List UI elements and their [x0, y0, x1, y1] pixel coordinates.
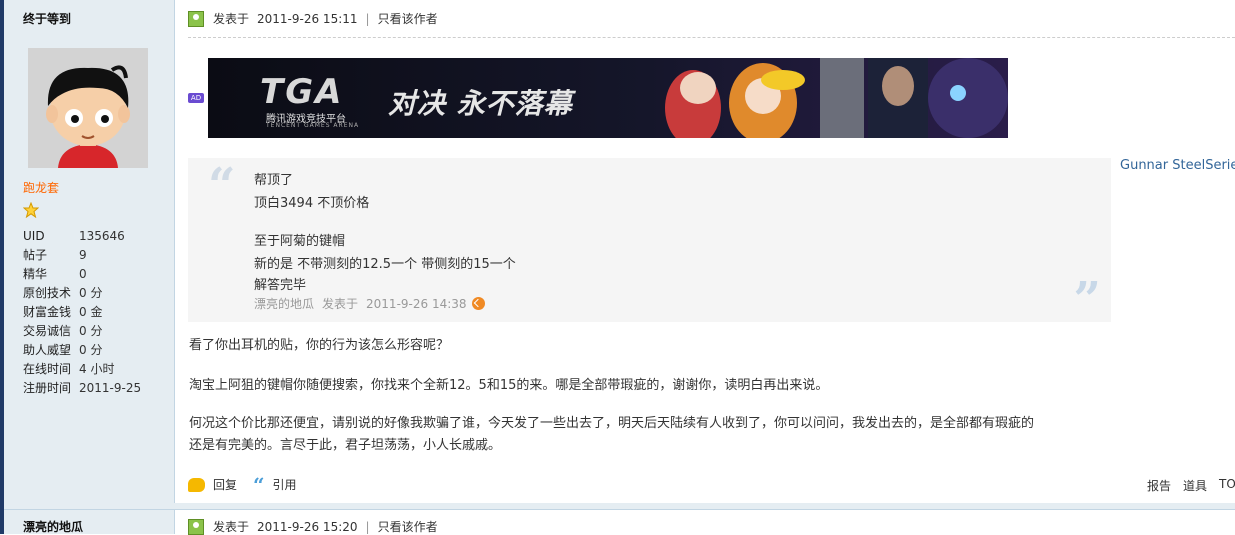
stat-label: 财富金钱: [23, 305, 72, 319]
online-status-icon: [188, 10, 204, 27]
stat-row: 注册时间 2011-9-25: [23, 378, 141, 397]
quote-line: 帮顶了: [254, 173, 294, 188]
stat-value: 0 金: [79, 305, 103, 319]
stat-value: 4 小时: [79, 362, 115, 376]
post-time: 2011-9-26 15:20: [257, 519, 358, 534]
stat-value: 0 分: [79, 324, 103, 338]
stat-label: UID: [23, 228, 45, 243]
quote-block: “ 帮顶了 顶白3494 不顶价格 至于阿菊的键帽 新的是 不带测刻的12.5一…: [188, 158, 1111, 328]
sponsor-link[interactable]: Gunnar SteelSerie: [1120, 158, 1235, 173]
quote-posted-label: 发表于: [322, 297, 359, 311]
tga-logo: TGA: [260, 72, 344, 112]
stat-label: 原创技术: [23, 286, 72, 300]
stat-value[interactable]: 0: [79, 267, 87, 281]
post-paragraph: 何况这个价比那还便宜，请别说的好像我欺骗了谁，今天发了一些出去了，明天后天陆续有…: [189, 416, 1035, 431]
post-time: 2011-9-26 15:11: [257, 11, 358, 26]
header-divider: [188, 37, 1235, 38]
stat-row: 交易诚信 0 分: [23, 321, 141, 340]
avatar-image: [28, 48, 148, 168]
stat-row: 助人威望 0 分: [23, 340, 141, 359]
quote-icon: “: [253, 472, 265, 497]
stat-value: 0 分: [79, 343, 103, 357]
stat-value: 2011-9-25: [79, 380, 142, 395]
reply-label: 回复: [213, 478, 238, 492]
stat-row: 精华 0: [23, 264, 141, 283]
separator: |: [365, 11, 370, 26]
post-header: 发表于 2011-9-26 15:20 | 只看该作者: [188, 518, 438, 535]
report-link[interactable]: 报告: [1147, 477, 1171, 494]
quote-line: 顶白3494 不顶价格: [254, 196, 370, 211]
top-link[interactable]: TO: [1219, 477, 1235, 494]
stat-label: 助人威望: [23, 343, 72, 357]
quote-label: 引用: [272, 478, 297, 492]
reply-button[interactable]: 回复: [188, 476, 237, 493]
stat-value[interactable]: 135646: [79, 229, 125, 243]
user-stats: UID 135646 帖子 9 精华 0 原创技术 0 分 财富金钱 0 金 交易诚信 0 …: [23, 226, 141, 397]
quote-line: 至于阿菊的键帽: [254, 234, 346, 249]
ad-slogan: 对决 永不落幕: [388, 87, 573, 120]
column-divider: [174, 0, 175, 503]
post-right-actions: 报告 道具 TO: [1147, 477, 1235, 494]
reply-icon: [188, 477, 205, 492]
open-quote-icon: “: [208, 158, 236, 214]
posted-label: 发表于: [213, 12, 250, 26]
column-divider: [174, 510, 175, 534]
tga-logo-subtitle-en: TENCENT GAMES ARENA: [266, 122, 360, 129]
stat-row: 原创技术 0 分: [23, 283, 141, 302]
ad-banner[interactable]: TGA 腾讯游戏竞技平台 TENCENT GAMES ARENA 对决 永不落幕: [208, 58, 1008, 138]
post-paragraph: 淘宝上阿狙的键帽你随便搜索，你找来个全新12。5和15的来。哪是全部带瑕疵的，谢…: [189, 378, 829, 393]
star-icon: [23, 202, 39, 218]
stat-label: 帖子: [23, 248, 48, 262]
ad-badge: AD: [188, 93, 204, 103]
quote-line: 新的是 不带测刻的12.5一个 带侧刻的15一个: [254, 257, 516, 272]
stat-row: 在线时间 4 小时: [23, 359, 141, 378]
post-paragraph: 还是有完美的。言尽于此，君子坦荡荡，小人长戚戚。: [189, 438, 502, 453]
user-group[interactable]: 跑龙套: [23, 179, 59, 196]
goto-post-icon[interactable]: [471, 297, 485, 310]
post-actions: 回复 “ 引用: [188, 472, 313, 497]
posted-label: 发表于: [213, 520, 250, 534]
stat-label: 注册时间: [23, 381, 72, 395]
stat-label: 交易诚信: [23, 324, 72, 338]
author-name[interactable]: 漂亮的地瓜: [23, 518, 83, 535]
post-separator: [4, 503, 1235, 510]
post-header: 发表于 2011-9-26 15:11 | 只看该作者: [188, 10, 438, 27]
stat-row: 财富金钱 0 金: [23, 302, 141, 321]
stat-row: 帖子 9: [23, 245, 141, 264]
author-name[interactable]: 终于等到: [23, 10, 71, 27]
separator: |: [365, 519, 370, 534]
quote-line: 解答完毕: [254, 278, 307, 293]
tools-link[interactable]: 道具: [1183, 477, 1207, 494]
quote-time: 2011-9-26 14:38: [366, 296, 467, 311]
avatar[interactable]: [28, 48, 148, 168]
post-paragraph: 看了你出耳机的贴，你的行为该怎么形容呢？: [189, 338, 450, 353]
stat-label: 在线时间: [23, 362, 72, 376]
stat-value: 0 分: [79, 286, 103, 300]
stat-row: UID 135646: [23, 226, 141, 245]
online-status-icon: [188, 518, 204, 535]
only-author-link[interactable]: 只看该作者: [378, 518, 438, 535]
stat-label: 精华: [23, 267, 48, 281]
only-author-link[interactable]: 只看该作者: [378, 10, 438, 27]
stat-value[interactable]: 9: [79, 248, 87, 262]
quote-author: 漂亮的地瓜: [254, 297, 315, 311]
quote-button[interactable]: “ 引用: [253, 472, 297, 497]
close-quote-icon: ”: [1073, 272, 1101, 328]
quote-meta: 漂亮的地瓜 发表于 2011-9-26 14:38: [254, 295, 485, 312]
